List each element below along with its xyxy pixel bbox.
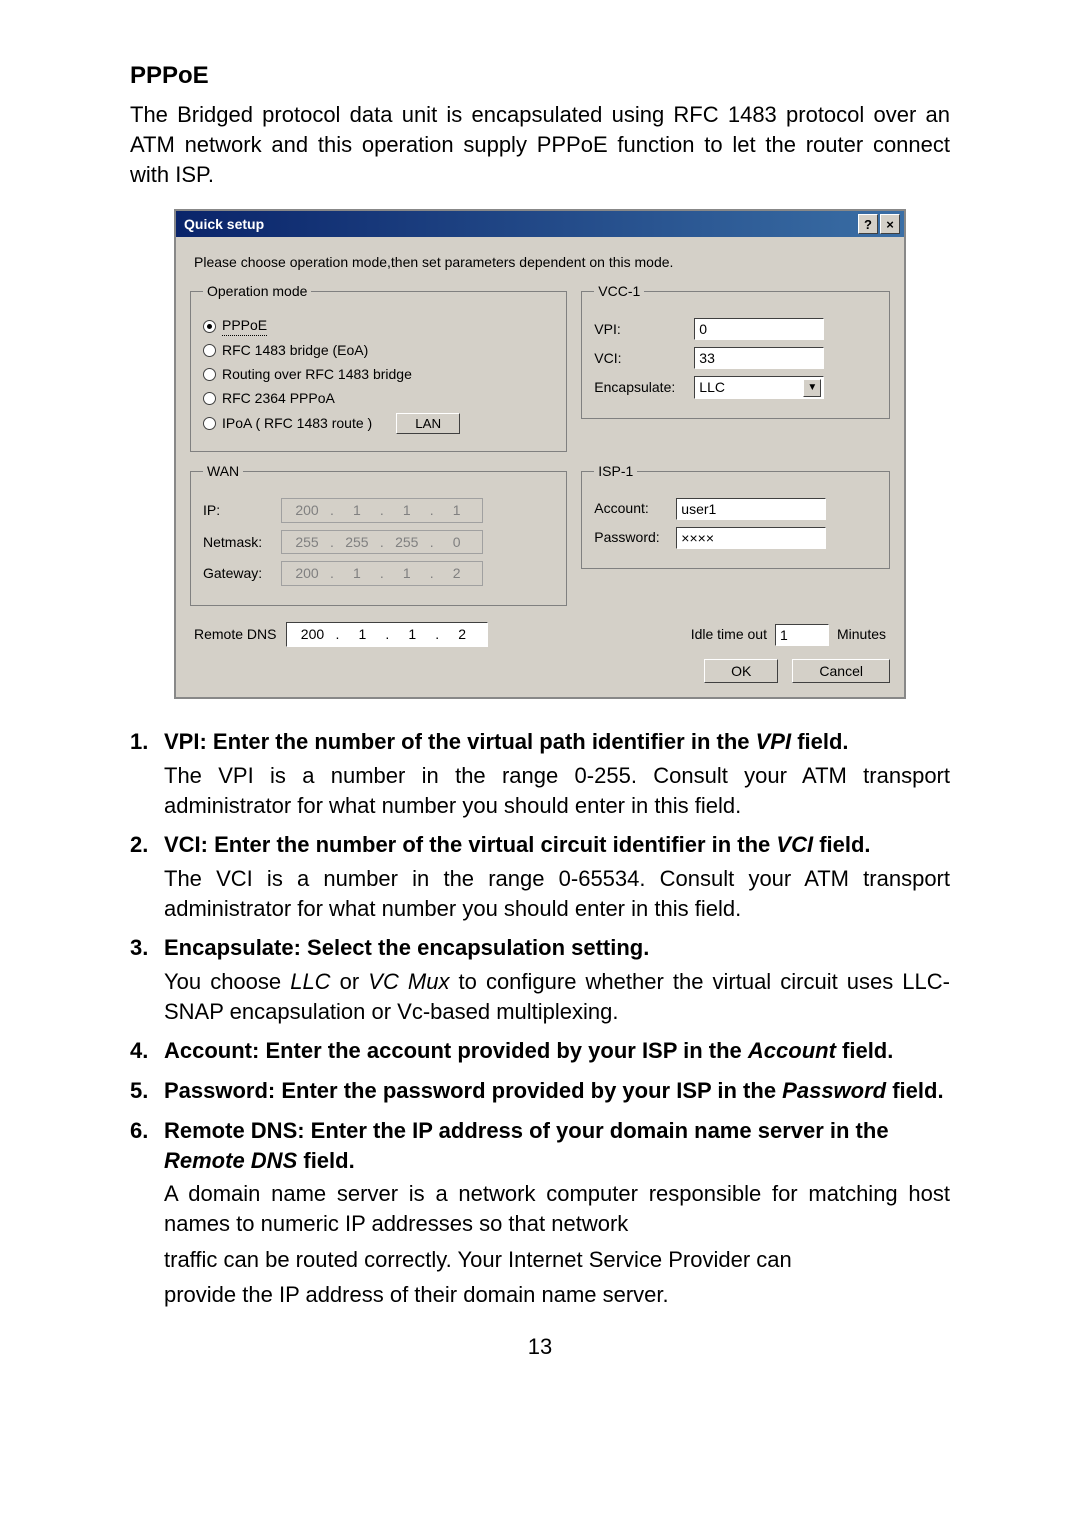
vci-input[interactable] [694,347,824,369]
netmask-field: 255. 255. 255. 0 [281,530,483,555]
list-item: 2.VCI: Enter the number of the virtual c… [130,830,950,923]
radio-icon [203,320,216,333]
gateway-field: 200. 1. 1. 2 [281,561,483,586]
titlebar: Quick setup ? × [176,211,904,237]
idle-label: Idle time out [691,625,767,644]
cancel-button[interactable]: Cancel [792,659,890,683]
isp-legend: ISP-1 [594,462,637,481]
quick-setup-dialog: Quick setup ? × Please choose operation … [174,209,906,699]
radio-label: RFC 1483 bridge (EoA) [222,341,368,360]
idle-unit: Minutes [837,625,886,644]
operation-mode-legend: Operation mode [203,282,311,301]
radio-label: PPPoE [222,316,267,336]
radio-icon [203,417,216,430]
lan-button[interactable]: LAN [396,413,460,434]
radio-icon [203,368,216,381]
radio-label: Routing over RFC 1483 bridge [222,365,412,384]
gateway-label: Gateway: [203,564,273,583]
radio-ipoa[interactable]: IPoA ( RFC 1483 route ) LAN [203,413,554,434]
remote-dns-input[interactable]: 200. 1. 1. 2 [286,622,488,647]
list-item: 3.Encapsulate: Select the encapsulation … [130,933,950,1026]
chevron-down-icon: ▼ [803,379,821,397]
radio-pppoe[interactable]: PPPoE [203,316,554,336]
dialog-caption: Please choose operation mode,then set pa… [194,253,886,272]
vci-label: VCI: [594,349,686,368]
ip-label: IP: [203,501,273,520]
list-item: 4.Account: Enter the account provided by… [130,1036,950,1066]
page-number: 13 [130,1332,950,1362]
vcc-group: VCC-1 VPI: VCI: Encapsulate: LLC ▼ [581,282,890,419]
vpi-input[interactable] [694,318,824,340]
radio-icon [203,392,216,405]
account-label: Account: [594,499,668,518]
dialog-title: Quick setup [180,215,264,234]
vpi-label: VPI: [594,320,686,339]
remote-dns-label: Remote DNS [194,625,276,644]
encapsulate-value: LLC [699,378,725,397]
idle-input[interactable] [775,624,829,646]
intro-paragraph: The Bridged protocol data unit is encaps… [130,100,950,189]
radio-pppoa[interactable]: RFC 2364 PPPoA [203,389,554,408]
section-heading: PPPoE [130,60,950,92]
radio-routing-1483[interactable]: Routing over RFC 1483 bridge [203,365,554,384]
vcc-legend: VCC-1 [594,282,644,301]
radio-eoa[interactable]: RFC 1483 bridge (EoA) [203,341,554,360]
ok-button[interactable]: OK [704,659,778,683]
password-input[interactable] [676,527,826,549]
operation-mode-group: Operation mode PPPoE RFC 1483 bridge (Eo… [190,282,567,451]
list-item: 1.VPI: Enter the number of the virtual p… [130,727,950,820]
radio-label: IPoA ( RFC 1483 route ) [222,414,372,433]
help-icon[interactable]: ? [858,214,878,234]
radio-icon [203,344,216,357]
wan-legend: WAN [203,462,243,481]
ip-field: 200. 1. 1. 1 [281,498,483,523]
wan-group: WAN IP: 200. 1. 1. 1 Netmask: 255. [190,462,567,607]
password-label: Password: [594,528,668,547]
account-input[interactable] [676,498,826,520]
isp-group: ISP-1 Account: Password: [581,462,890,569]
encapsulate-select[interactable]: LLC ▼ [694,376,824,399]
list-item: 5.Password: Enter the password provided … [130,1076,950,1106]
radio-label: RFC 2364 PPPoA [222,389,335,408]
netmask-label: Netmask: [203,533,273,552]
encapsulate-label: Encapsulate: [594,378,686,397]
list-item: 6.Remote DNS: Enter the IP address of yo… [130,1116,950,1310]
close-icon[interactable]: × [880,214,900,234]
